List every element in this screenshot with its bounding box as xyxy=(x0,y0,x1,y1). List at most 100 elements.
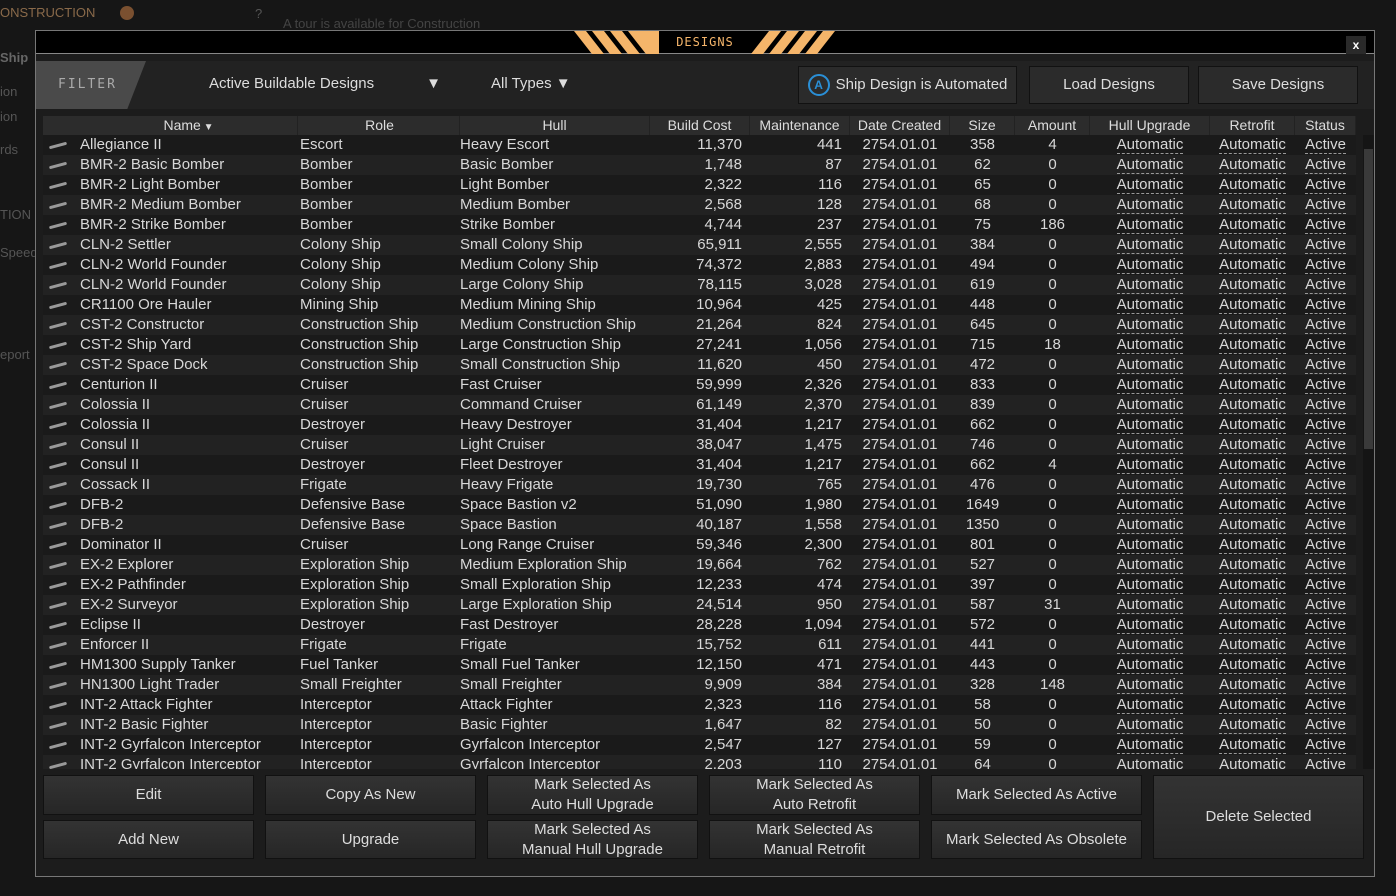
cell-retrofit[interactable]: Automatic xyxy=(1210,455,1295,475)
table-row[interactable]: DFB-2 Defensive Base Space Bastion v2 51,09… xyxy=(43,495,1356,515)
table-row[interactable]: EX-2 Pathfinder Exploration Ship Small Exp… xyxy=(43,575,1356,595)
cell-status[interactable]: Active xyxy=(1295,475,1356,495)
cell-status[interactable]: Active xyxy=(1295,655,1356,675)
cell-retrofit[interactable]: Automatic xyxy=(1210,275,1295,295)
cell-retrofit[interactable]: Automatic xyxy=(1210,295,1295,315)
cell-retrofit[interactable]: Automatic xyxy=(1210,355,1295,375)
cell-status[interactable]: Active xyxy=(1295,615,1356,635)
cell-hull-upgrade[interactable]: Automatic xyxy=(1090,215,1210,235)
cell-retrofit[interactable]: Automatic xyxy=(1210,375,1295,395)
cell-retrofit[interactable]: Automatic xyxy=(1210,495,1295,515)
column-header-name[interactable]: Name ▼ xyxy=(80,116,298,135)
cell-hull-upgrade[interactable]: Automatic xyxy=(1090,375,1210,395)
cell-hull-upgrade[interactable]: Automatic xyxy=(1090,735,1210,755)
upgrade-button[interactable]: Upgrade xyxy=(265,820,476,859)
table-row[interactable]: BMR-2 Basic Bomber Bomber Basic Bomber 1,74… xyxy=(43,155,1356,175)
cell-retrofit[interactable]: Automatic xyxy=(1210,135,1295,155)
column-header-retrofit[interactable]: Retrofit xyxy=(1210,116,1295,135)
table-row[interactable]: Eclipse II Destroyer Fast Destroyer 28,228 1… xyxy=(43,615,1356,635)
design-filter-dropdown[interactable]: Active Buildable Designs ▼ xyxy=(209,75,441,92)
edit-button[interactable]: Edit xyxy=(43,775,254,815)
cell-retrofit[interactable]: Automatic xyxy=(1210,315,1295,335)
cell-retrofit[interactable]: Automatic xyxy=(1210,755,1295,769)
table-row[interactable]: CST-2 Constructor Construction Ship Medium… xyxy=(43,315,1356,335)
cell-status[interactable]: Active xyxy=(1295,595,1356,615)
cell-retrofit[interactable]: Automatic xyxy=(1210,735,1295,755)
table-row[interactable]: HN1300 Light Trader Small Freighter Small … xyxy=(43,675,1356,695)
manual-hull-upgrade-button[interactable]: Mark Selected As Manual Hull Upgrade xyxy=(487,820,698,859)
table-row[interactable]: BMR-2 Medium Bomber Bomber Medium Bomber 2,… xyxy=(43,195,1356,215)
auto-hull-upgrade-button[interactable]: Mark Selected As Auto Hull Upgrade xyxy=(487,775,698,815)
table-row[interactable]: BMR-2 Strike Bomber Bomber Strike Bomber 4,… xyxy=(43,215,1356,235)
cell-hull-upgrade[interactable]: Automatic xyxy=(1090,615,1210,635)
column-header-size[interactable]: Size xyxy=(950,116,1015,135)
cell-retrofit[interactable]: Automatic xyxy=(1210,655,1295,675)
cell-hull-upgrade[interactable]: Automatic xyxy=(1090,275,1210,295)
cell-retrofit[interactable]: Automatic xyxy=(1210,515,1295,535)
cell-status[interactable]: Active xyxy=(1295,255,1356,275)
table-row[interactable]: CST-2 Ship Yard Construction Ship Large Co… xyxy=(43,335,1356,355)
cell-retrofit[interactable]: Automatic xyxy=(1210,615,1295,635)
cell-status[interactable]: Active xyxy=(1295,355,1356,375)
cell-retrofit[interactable]: Automatic xyxy=(1210,415,1295,435)
cell-status[interactable]: Active xyxy=(1295,155,1356,175)
cell-status[interactable]: Active xyxy=(1295,335,1356,355)
cell-retrofit[interactable]: Automatic xyxy=(1210,335,1295,355)
cell-status[interactable]: Active xyxy=(1295,235,1356,255)
cell-hull-upgrade[interactable]: Automatic xyxy=(1090,635,1210,655)
table-row[interactable]: CLN-2 Settler Colony Ship Small Colony Shi… xyxy=(43,235,1356,255)
table-row[interactable]: Consul II Destroyer Fleet Destroyer 31,404 1… xyxy=(43,455,1356,475)
cell-retrofit[interactable]: Automatic xyxy=(1210,695,1295,715)
cell-hull-upgrade[interactable]: Automatic xyxy=(1090,515,1210,535)
cell-status[interactable]: Active xyxy=(1295,495,1356,515)
cell-hull-upgrade[interactable]: Automatic xyxy=(1090,715,1210,735)
cell-status[interactable]: Active xyxy=(1295,535,1356,555)
table-row[interactable]: EX-2 Surveyor Exploration Ship Large Explo… xyxy=(43,595,1356,615)
cell-status[interactable]: Active xyxy=(1295,555,1356,575)
cell-retrofit[interactable]: Automatic xyxy=(1210,555,1295,575)
cell-retrofit[interactable]: Automatic xyxy=(1210,175,1295,195)
cell-hull-upgrade[interactable]: Automatic xyxy=(1090,475,1210,495)
cell-hull-upgrade[interactable]: Automatic xyxy=(1090,355,1210,375)
table-row[interactable]: Cossack II Frigate Heavy Frigate 19,730 765 2… xyxy=(43,475,1356,495)
cell-hull-upgrade[interactable]: Automatic xyxy=(1090,435,1210,455)
cell-hull-upgrade[interactable]: Automatic xyxy=(1090,395,1210,415)
cell-retrofit[interactable]: Automatic xyxy=(1210,215,1295,235)
cell-status[interactable]: Active xyxy=(1295,675,1356,695)
cell-status[interactable]: Active xyxy=(1295,295,1356,315)
cell-status[interactable]: Active xyxy=(1295,415,1356,435)
cell-status[interactable]: Active xyxy=(1295,735,1356,755)
table-row[interactable]: Consul II Cruiser Light Cruiser 38,047 1,475… xyxy=(43,435,1356,455)
cell-retrofit[interactable]: Automatic xyxy=(1210,195,1295,215)
cell-status[interactable]: Active xyxy=(1295,695,1356,715)
table-row[interactable]: CST-2 Space Dock Construction Ship Small C… xyxy=(43,355,1356,375)
table-row[interactable]: EX-2 Explorer Exploration Ship Medium Expl… xyxy=(43,555,1356,575)
automated-toggle-button[interactable]: A Ship Design is Automated xyxy=(798,66,1017,104)
table-row[interactable]: HM1300 Supply Tanker Fuel Tanker Small Fue… xyxy=(43,655,1356,675)
table-row[interactable]: Dominator II Cruiser Long Range Cruiser 59,… xyxy=(43,535,1356,555)
cell-status[interactable]: Active xyxy=(1295,435,1356,455)
table-row[interactable]: INT-2 Gyrfalcon Interceptor Interceptor Gy… xyxy=(43,755,1356,769)
cell-retrofit[interactable]: Automatic xyxy=(1210,155,1295,175)
table-row[interactable]: CR1100 Ore Hauler Mining Ship Medium Minin… xyxy=(43,295,1356,315)
cell-hull-upgrade[interactable]: Automatic xyxy=(1090,315,1210,335)
table-row[interactable]: BMR-2 Light Bomber Bomber Light Bomber 2,32… xyxy=(43,175,1356,195)
cell-hull-upgrade[interactable]: Automatic xyxy=(1090,455,1210,475)
add-new-button[interactable]: Add New xyxy=(43,820,254,859)
cell-retrofit[interactable]: Automatic xyxy=(1210,635,1295,655)
cell-retrofit[interactable]: Automatic xyxy=(1210,535,1295,555)
cell-hull-upgrade[interactable]: Automatic xyxy=(1090,415,1210,435)
title-bar[interactable]: DESIGNS x xyxy=(36,31,1374,54)
type-filter-dropdown[interactable]: All Types ▼ xyxy=(491,75,571,92)
cell-status[interactable]: Active xyxy=(1295,715,1356,735)
manual-retrofit-button[interactable]: Mark Selected As Manual Retrofit xyxy=(709,820,920,859)
scrollbar[interactable] xyxy=(1363,135,1374,769)
cell-status[interactable]: Active xyxy=(1295,375,1356,395)
table-row[interactable]: CLN-2 World Founder Colony Ship Medium Col… xyxy=(43,255,1356,275)
cell-status[interactable]: Active xyxy=(1295,275,1356,295)
mark-obsolete-button[interactable]: Mark Selected As Obsolete xyxy=(931,820,1142,859)
load-designs-button[interactable]: Load Designs xyxy=(1029,66,1189,104)
cell-status[interactable]: Active xyxy=(1295,135,1356,155)
cell-status[interactable]: Active xyxy=(1295,455,1356,475)
column-header-hull-upgrade[interactable]: Hull Upgrade xyxy=(1090,116,1210,135)
